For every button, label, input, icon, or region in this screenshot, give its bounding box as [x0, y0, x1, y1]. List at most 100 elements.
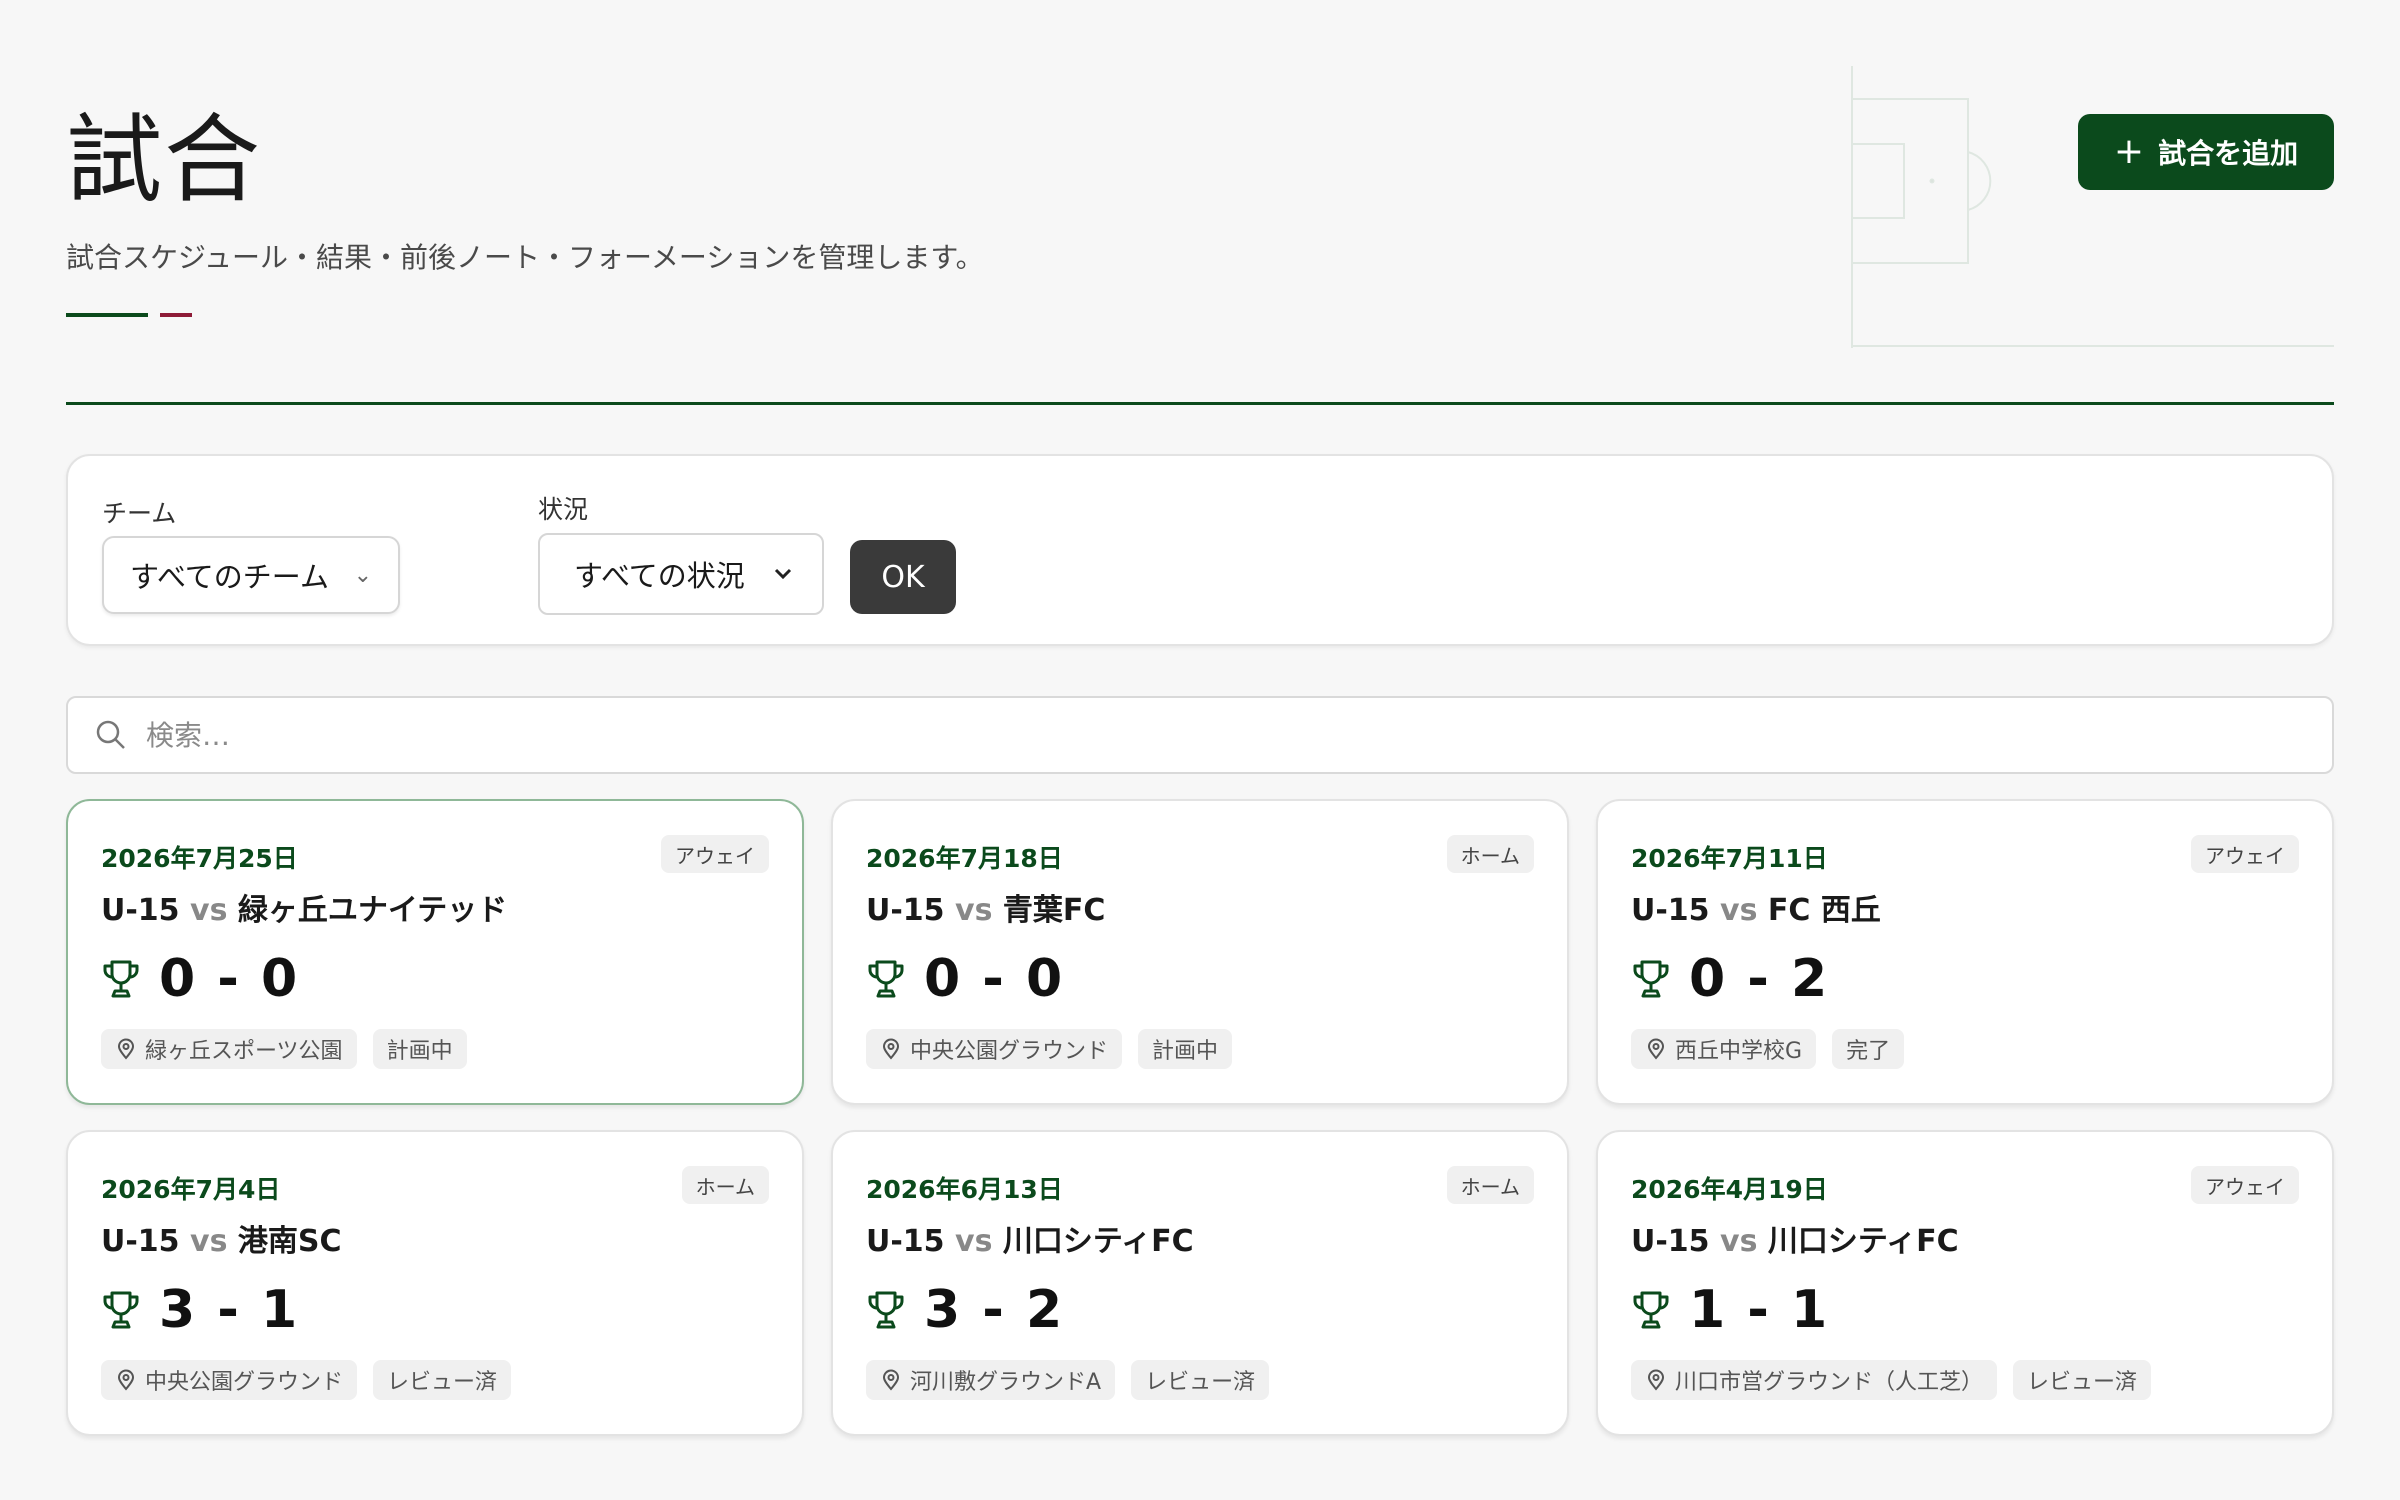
- vs-label: vs: [1720, 893, 1758, 928]
- match-tags: 緑ヶ丘スポーツ公園 計画中: [101, 1029, 467, 1069]
- score-row: 0 - 0: [101, 949, 299, 1009]
- status-tag: 計画中: [1138, 1029, 1233, 1069]
- team-select-value: すべてのチーム: [130, 560, 329, 594]
- match-tags: 中央公園グラウンド レビュー済: [101, 1360, 512, 1400]
- match-score: 0 - 0: [159, 949, 300, 1009]
- page-title: 試合: [66, 104, 262, 216]
- match-date: 2026年7月11日: [1631, 844, 1828, 873]
- score-row: 3 - 1: [101, 1280, 299, 1340]
- match-tags: 河川敷グラウンドA レビュー済: [866, 1360, 1270, 1400]
- chevron-down-icon: [774, 568, 792, 580]
- matches-page: 試合 試合スケジュール・結果・前後ノート・フォーメーションを管理します。 + 試…: [66, 0, 2334, 1436]
- home-team: U-15: [866, 893, 945, 928]
- trophy-icon: [103, 960, 139, 998]
- page-subtitle: 試合スケジュール・結果・前後ノート・フォーメーションを管理します。: [66, 241, 984, 274]
- vs-label: vs: [955, 893, 993, 928]
- add-match-button[interactable]: + 試合を追加: [2078, 114, 2334, 190]
- venue-type-badge: アウェイ: [661, 835, 769, 873]
- chevron-down-icon: ⌄: [353, 562, 372, 588]
- vs-label: vs: [1720, 1224, 1758, 1259]
- trophy-icon: [1633, 1291, 1669, 1329]
- trophy-icon: [103, 1291, 139, 1329]
- location-tag: 中央公園グラウンド: [866, 1029, 1123, 1069]
- location-text: 河川敷グラウンドA: [910, 1370, 1102, 1395]
- team-select[interactable]: すべてのチーム ⌄: [102, 536, 400, 614]
- match-score: 3 - 2: [924, 1280, 1065, 1340]
- vs-label: vs: [955, 1224, 993, 1259]
- match-card[interactable]: 2026年6月13日 ホーム U-15 vs 川口シティFC 3 - 2 河川敷…: [831, 1130, 1569, 1436]
- opponent-team: 川口シティFC: [1002, 1224, 1194, 1259]
- match-card[interactable]: 2026年7月4日 ホーム U-15 vs 港南SC 3 - 1 中央公園グラウ…: [66, 1130, 804, 1436]
- status-tag: レビュー済: [2013, 1360, 2152, 1400]
- score-row: 0 - 2: [1631, 949, 1829, 1009]
- match-date: 2026年7月4日: [101, 1175, 281, 1204]
- search-bar[interactable]: [66, 696, 2334, 774]
- status-filter-label: 状況: [538, 495, 589, 524]
- match-date: 2026年6月13日: [866, 1175, 1063, 1204]
- home-team: U-15: [866, 1224, 945, 1259]
- team-filter-label: チーム: [102, 499, 177, 528]
- trophy-icon: [868, 1291, 904, 1329]
- location-pin-icon: [1647, 1038, 1665, 1060]
- score-row: 1 - 1: [1631, 1280, 1829, 1340]
- match-tags: 川口市営グラウンド（人工芝） レビュー済: [1631, 1360, 2152, 1400]
- location-text: 中央公園グラウンド: [910, 1039, 1109, 1064]
- match-title: U-15 vs 港南SC: [101, 1216, 342, 1260]
- match-card[interactable]: 2026年4月19日 アウェイ U-15 vs 川口シティFC 1 - 1 川口…: [1596, 1130, 2334, 1436]
- match-card[interactable]: 2026年7月18日 ホーム U-15 vs 青葉FC 0 - 0 中央公園グラ…: [831, 799, 1569, 1105]
- search-icon: [96, 720, 125, 749]
- venue-type-badge: ホーム: [1446, 1166, 1534, 1204]
- trophy-icon: [868, 960, 904, 998]
- location-text: 川口市営グラウンド（人工芝）: [1675, 1370, 1984, 1395]
- home-team: U-15: [101, 893, 180, 928]
- accent-bar-green: [66, 313, 148, 317]
- filter-panel: チーム すべてのチーム ⌄ 状況 すべての状況 OK: [66, 454, 2334, 646]
- vs-label: vs: [190, 1224, 228, 1259]
- vs-label: vs: [190, 893, 228, 928]
- location-tag: 中央公園グラウンド: [101, 1360, 358, 1400]
- location-text: 西丘中学校G: [1675, 1039, 1803, 1064]
- home-team: U-15: [1631, 1224, 1710, 1259]
- home-team: U-15: [1631, 893, 1710, 928]
- match-card[interactable]: 2026年7月25日 アウェイ U-15 vs 緑ヶ丘ユナイテッド 0 - 0: [66, 799, 804, 1105]
- match-date: 2026年4月19日: [1631, 1175, 1828, 1204]
- location-tag: 川口市営グラウンド（人工芝）: [1631, 1360, 1998, 1400]
- status-tag: レビュー済: [1131, 1360, 1270, 1400]
- match-title: U-15 vs FC 西丘: [1631, 885, 1881, 929]
- trophy-icon: [1633, 960, 1669, 998]
- match-title: U-15 vs 緑ヶ丘ユナイテッド: [101, 885, 507, 929]
- location-tag: 西丘中学校G: [1631, 1029, 1817, 1069]
- venue-type-badge: アウェイ: [2191, 835, 2299, 873]
- match-title: U-15 vs 川口シティFC: [1631, 1216, 1959, 1260]
- accent-bar-red: [160, 313, 192, 317]
- score-row: 0 - 0: [866, 949, 1064, 1009]
- filter-ok-button[interactable]: OK: [850, 540, 956, 614]
- location-pin-icon: [1647, 1369, 1665, 1391]
- location-pin-icon: [882, 1038, 900, 1060]
- opponent-team: 川口シティFC: [1767, 1224, 1959, 1259]
- match-date: 2026年7月25日: [101, 844, 298, 873]
- match-title: U-15 vs 青葉FC: [866, 885, 1105, 929]
- location-text: 中央公園グラウンド: [145, 1370, 344, 1395]
- location-pin-icon: [117, 1038, 135, 1060]
- match-score: 3 - 1: [159, 1280, 300, 1340]
- plus-icon: +: [2113, 131, 2145, 172]
- opponent-team: 緑ヶ丘ユナイテッド: [237, 893, 508, 928]
- status-select[interactable]: すべての状況: [538, 533, 824, 615]
- location-tag: 緑ヶ丘スポーツ公園: [101, 1029, 357, 1069]
- location-text: 緑ヶ丘スポーツ公園: [145, 1039, 343, 1064]
- match-tags: 西丘中学校G 完了: [1631, 1029, 1905, 1069]
- opponent-team: 青葉FC: [1002, 893, 1106, 928]
- match-score: 0 - 0: [924, 949, 1065, 1009]
- location-tag: 河川敷グラウンドA: [866, 1360, 1116, 1400]
- opponent-team: FC 西丘: [1767, 893, 1881, 928]
- page-header: 試合 試合スケジュール・結果・前後ノート・フォーメーションを管理します。 + 試…: [66, 0, 2334, 405]
- match-card[interactable]: 2026年7月11日 アウェイ U-15 vs FC 西丘 0 - 2 西丘中学…: [1596, 799, 2334, 1105]
- soccer-pitch-icon: [1851, 66, 2334, 348]
- status-tag: レビュー済: [373, 1360, 512, 1400]
- location-pin-icon: [882, 1369, 900, 1391]
- opponent-team: 港南SC: [237, 1224, 342, 1259]
- search-input[interactable]: [146, 718, 2332, 752]
- home-team: U-15: [101, 1224, 180, 1259]
- match-score: 0 - 2: [1689, 949, 1830, 1009]
